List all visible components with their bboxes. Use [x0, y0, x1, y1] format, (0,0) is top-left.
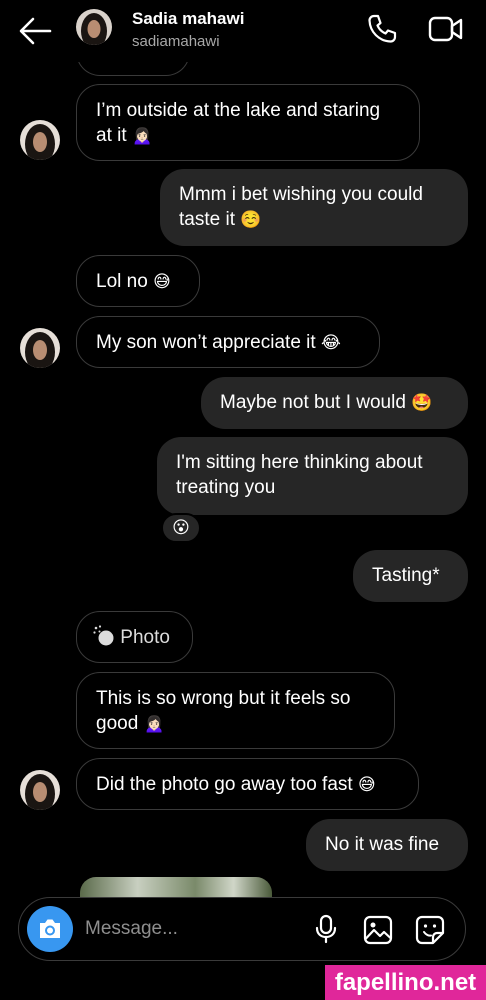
message-bubble-outgoing[interactable]: No it was fine: [306, 819, 468, 871]
contact-avatar-small[interactable]: [20, 770, 60, 810]
sticker-icon[interactable]: [415, 915, 445, 945]
emoji: 🙍🏻‍♀️: [131, 126, 154, 146]
message-bubble-outgoing[interactable]: Maybe not but I would 🤩: [201, 377, 468, 429]
message-bubble-incoming[interactable]: I’m outside at the lake and staring at i…: [76, 84, 420, 161]
message-bubble-outgoing[interactable]: Mmm i bet wishing you could taste it ☺️: [160, 169, 468, 246]
emoji: 😂: [320, 333, 341, 353]
message-text: I'm sitting here thinking about treating…: [176, 452, 423, 498]
message-text: No it was fine: [325, 834, 440, 855]
photo-expired-icon: [93, 625, 114, 646]
message-bubble-incoming[interactable]: This is so wrong but it feels so good 🙍🏻…: [76, 672, 395, 749]
message-bubble-incoming[interactable]: My son won’t appreciate it 😂: [76, 316, 380, 368]
message-text: This is so wrong but it feels so good: [96, 688, 351, 734]
message-text: Mmm i bet wishing you could taste it: [179, 184, 423, 230]
emoji: ☺️: [240, 210, 262, 230]
message-composer: [18, 897, 466, 961]
message-bubble-incoming[interactable]: Lol no 😅: [76, 255, 200, 307]
emoji: 😅: [153, 272, 171, 292]
watermark: fapellino.net: [325, 965, 486, 1000]
message-bubble-outgoing[interactable]: Tasting*: [353, 550, 468, 602]
microphone-icon[interactable]: [315, 914, 337, 944]
photo-label: Photo: [120, 627, 170, 648]
back-arrow-icon[interactable]: [18, 16, 52, 46]
camera-icon: [40, 919, 60, 938]
contact-avatar-small[interactable]: [20, 120, 60, 160]
message-bubble-outgoing[interactable]: I'm sitting here thinking about treating…: [157, 437, 468, 515]
contact-avatar-small[interactable]: [20, 328, 60, 368]
message-bubble-incoming[interactable]: Did the photo go away too fast 😅: [76, 758, 419, 810]
message-text: My son won’t appreciate it: [96, 332, 316, 353]
contact-avatar[interactable]: [76, 9, 112, 45]
contact-username: sadiamahawi: [132, 33, 220, 50]
reaction-emoji: 😮: [172, 518, 190, 538]
phone-icon[interactable]: [366, 13, 398, 45]
message-reaction[interactable]: 😮: [161, 513, 201, 543]
message-text: Tasting*: [372, 565, 440, 586]
expired-photo-bubble[interactable]: Photo: [76, 611, 193, 663]
photo-message-preview[interactable]: [80, 877, 272, 897]
message-text: Lol no: [96, 271, 148, 292]
emoji: 🙍🏻‍♀️: [143, 714, 165, 734]
video-camera-icon[interactable]: [428, 14, 464, 44]
emoji: 😅: [357, 775, 376, 795]
camera-button[interactable]: [27, 906, 73, 952]
message-input[interactable]: [85, 916, 265, 942]
gallery-icon[interactable]: [363, 915, 393, 945]
message-text: Maybe not but I would: [220, 392, 406, 413]
chat-header: Sadia mahawi sadiamahawi: [0, 0, 486, 62]
contact-name[interactable]: Sadia mahawi: [132, 9, 244, 29]
emoji: 🤩: [411, 393, 433, 413]
message-text: Did the photo go away too fast: [96, 774, 353, 795]
